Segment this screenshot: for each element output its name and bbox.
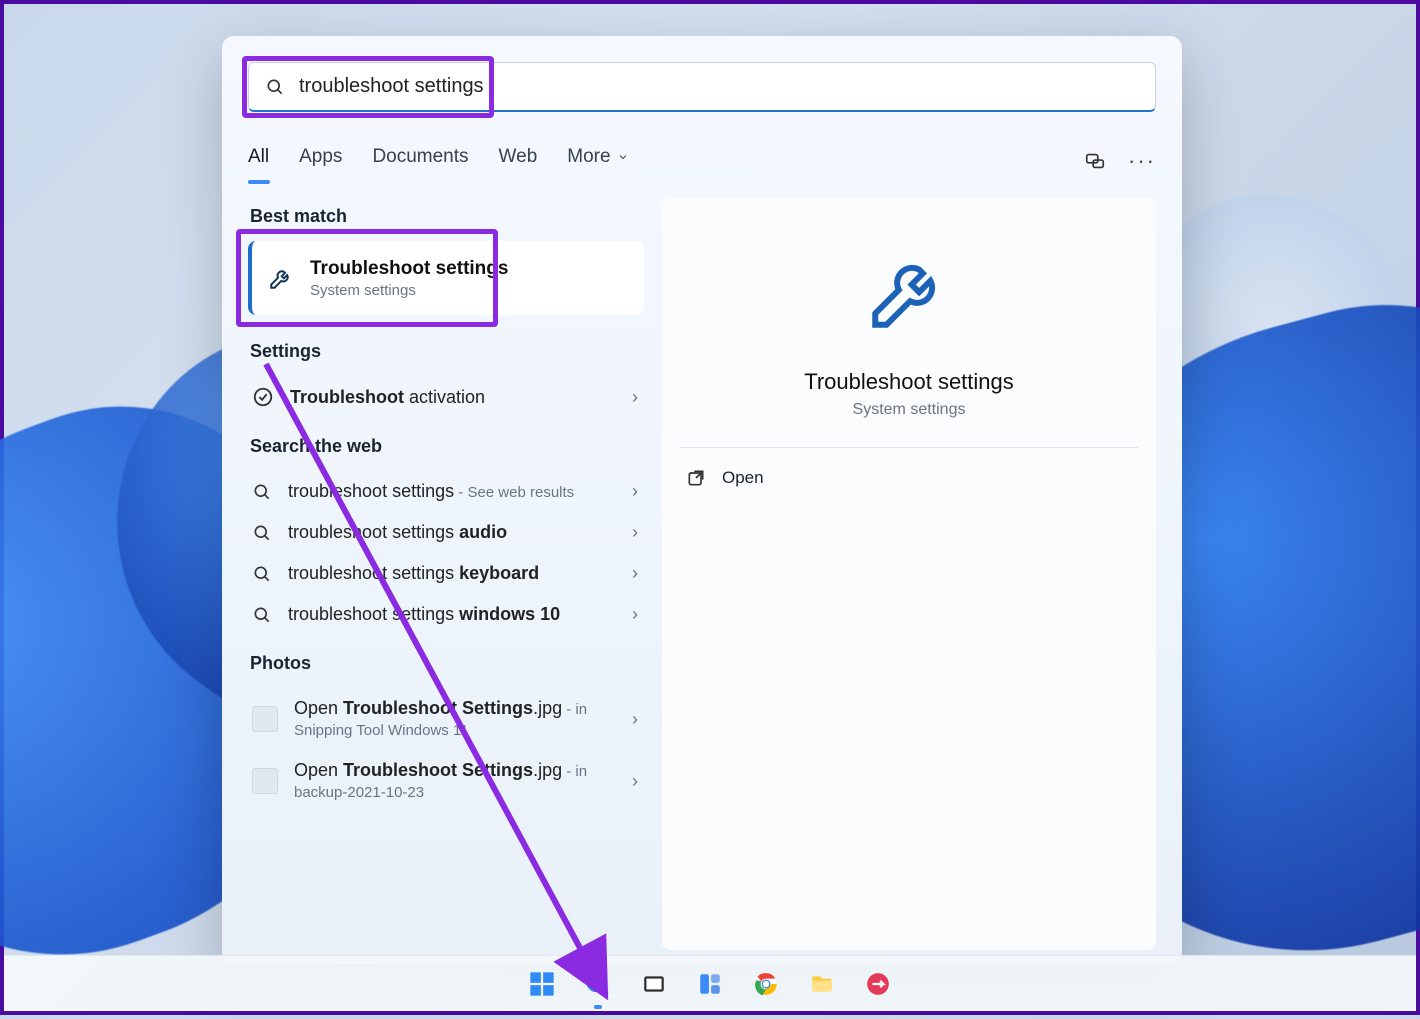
photo-result[interactable]: Open Troubleshoot Settings.jpg - in back…	[248, 750, 644, 812]
search-icon	[252, 605, 272, 625]
search-icon	[252, 523, 272, 543]
result-label: troubleshoot settings keyboard	[288, 563, 539, 584]
chevron-right-icon: ›	[632, 481, 638, 502]
web-result[interactable]: troubleshoot settings windows 10 ›	[248, 594, 644, 635]
section-search-web: Search the web	[250, 436, 652, 457]
taskbar-app-explorer[interactable]	[801, 963, 843, 1005]
preview-pane: Troubleshoot settings System settings Op…	[662, 198, 1156, 950]
result-label: troubleshoot settings audio	[288, 522, 507, 543]
search-icon	[252, 564, 272, 584]
result-label: troubleshoot settings - See web results	[288, 481, 574, 502]
task-view-button[interactable]	[633, 963, 675, 1005]
chevron-right-icon: ›	[632, 771, 638, 792]
result-label: Troubleshoot activation	[290, 387, 485, 408]
folder-icon	[809, 971, 835, 997]
task-view-icon	[641, 971, 667, 997]
results-column: Best match Troubleshoot settings System …	[222, 198, 652, 950]
result-label: troubleshoot settings windows 10	[288, 604, 560, 625]
feedback-icon[interactable]	[1084, 150, 1106, 172]
result-label: Open Troubleshoot Settings.jpg - in Snip…	[294, 698, 632, 740]
chrome-icon	[753, 971, 779, 997]
web-result[interactable]: troubleshoot settings keyboard ›	[248, 553, 644, 594]
tab-documents[interactable]: Documents	[372, 142, 468, 180]
widgets-icon	[697, 971, 723, 997]
web-result[interactable]: troubleshoot settings audio ›	[248, 512, 644, 553]
tab-all[interactable]: All	[248, 142, 269, 180]
image-thumbnail	[252, 706, 278, 732]
annotation-highlight-search	[242, 56, 494, 118]
open-button[interactable]: Open	[680, 458, 1138, 498]
preview-subtitle: System settings	[853, 401, 966, 419]
widgets-button[interactable]	[689, 963, 731, 1005]
taskbar	[4, 955, 1416, 1011]
taskbar-app-chrome[interactable]	[745, 963, 787, 1005]
web-result[interactable]: troubleshoot settings - See web results …	[248, 471, 644, 512]
search-icon	[252, 482, 272, 502]
section-best-match: Best match	[250, 206, 652, 227]
search-panel: troubleshoot settings All Apps Documents…	[222, 36, 1182, 964]
wrench-icon	[864, 246, 954, 341]
section-photos: Photos	[250, 653, 652, 674]
tab-more-label: More	[567, 146, 610, 168]
chevron-right-icon: ›	[632, 387, 638, 408]
divider	[680, 447, 1138, 448]
section-settings: Settings	[250, 341, 652, 362]
settings-result[interactable]: Troubleshoot activation ›	[248, 376, 644, 418]
tab-more[interactable]: More	[567, 142, 628, 180]
taskbar-app-generic[interactable]	[857, 963, 899, 1005]
circle-app-icon	[865, 971, 891, 997]
preview-title: Troubleshoot settings	[804, 369, 1014, 395]
taskbar-search-button[interactable]	[577, 963, 619, 1005]
image-thumbnail	[252, 768, 278, 794]
check-circle-icon	[252, 386, 274, 408]
tab-apps[interactable]: Apps	[299, 142, 342, 180]
annotation-highlight-best-match	[236, 229, 498, 327]
start-button[interactable]	[521, 963, 563, 1005]
chevron-right-icon: ›	[632, 709, 638, 730]
open-icon	[686, 468, 706, 488]
chevron-right-icon: ›	[632, 604, 638, 625]
windows-logo-icon	[528, 970, 556, 998]
filter-tabs: All Apps Documents Web More ···	[248, 142, 1156, 180]
search-icon	[584, 970, 612, 998]
chevron-right-icon: ›	[632, 563, 638, 584]
tab-web[interactable]: Web	[499, 142, 538, 180]
photo-result[interactable]: Open Troubleshoot Settings.jpg - in Snip…	[248, 688, 644, 750]
chevron-right-icon: ›	[632, 522, 638, 543]
result-label: Open Troubleshoot Settings.jpg - in back…	[294, 760, 632, 802]
more-options-icon[interactable]: ···	[1128, 148, 1156, 174]
chevron-down-icon	[617, 151, 629, 163]
open-label: Open	[722, 468, 764, 488]
